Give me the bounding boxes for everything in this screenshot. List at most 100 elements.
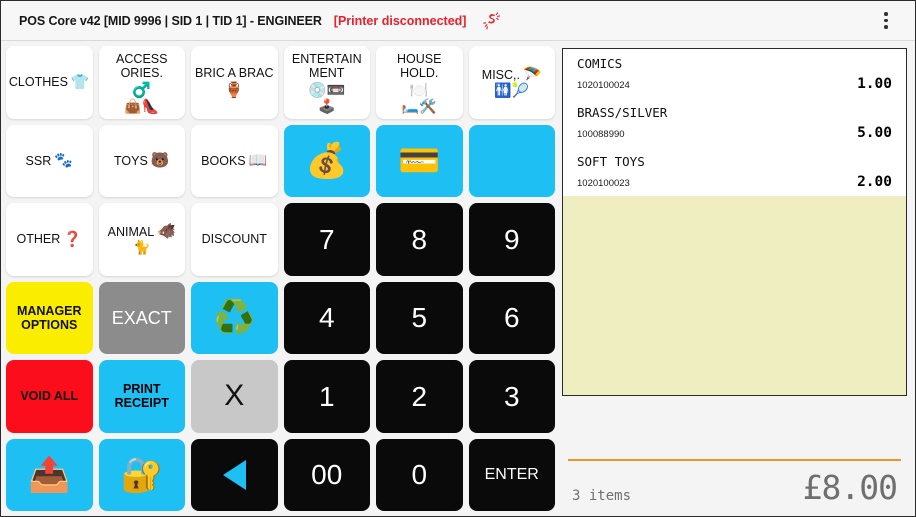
totals-row: 3 items £8.00	[568, 471, 901, 508]
receipt-item-detail-row: 100088990 5.00	[577, 125, 892, 141]
other-emoji-icon: ❓	[63, 230, 82, 248]
keypad-button-label: 0	[411, 459, 428, 491]
cash-out-icon: 📤	[28, 455, 71, 494]
keypad-button-label: 1	[318, 380, 335, 412]
keypad-button-entertainment[interactable]: ENTERTAIN MENT 💿📼 🕹️	[283, 46, 370, 119]
keypad-button-other[interactable]: OTHER ❓	[6, 203, 93, 276]
receipt-panel: COMICS 1020100024 1.00 BRASS/SILVER 10008899…	[557, 41, 915, 516]
lock-terminal-icon: 🔐	[120, 455, 163, 494]
keypad-button-label: 2	[411, 380, 428, 412]
receipt-line-item[interactable]: COMICS 1020100024 1.00	[563, 49, 906, 98]
keypad-button-key-5[interactable]: 5	[376, 281, 463, 354]
keypad-button-label: 4	[318, 302, 335, 334]
bric-a-brac-emoji-icon: 🏺	[224, 82, 244, 100]
keypad-button-key-9[interactable]: 9	[468, 203, 555, 276]
keypad-button-cash-payment[interactable]: 💰	[283, 124, 370, 197]
keypad-button-label: HOUSE HOLD.	[397, 51, 442, 80]
keypad-button-print-receipt[interactable]: PRINT RECEIPT	[98, 360, 185, 433]
card-payment-icon: 💳	[398, 141, 441, 180]
keypad-button-key-6[interactable]: 6	[468, 281, 555, 354]
keypad-button-key-3[interactable]: 3	[468, 360, 555, 433]
keypad-button-key-2[interactable]: 2	[376, 360, 463, 433]
pos-application-window: POS Core v42 [MID 9996 | SID 1 | TID 1] …	[0, 0, 916, 517]
status-badge-printer: [Printer disconnected]	[333, 13, 467, 28]
keypad-button-label: CLOTHES	[8, 75, 68, 90]
keypad-button-label: OTHER	[16, 232, 61, 247]
totals-section: 3 items £8.00	[562, 459, 907, 510]
keypad-button-label: TOYS	[114, 153, 148, 168]
keypad-button-key-4[interactable]: 4	[283, 281, 370, 354]
receipt-line-item[interactable]: BRASS/SILVER 100088990 5.00	[563, 98, 906, 147]
receipt-line-item[interactable]: SOFT TOYS 1020100023 2.00	[563, 147, 906, 196]
misc-emoji-icon: 🪂	[523, 66, 542, 84]
receipt-item-code: 1020100023	[577, 178, 630, 189]
keypad-button-lock-terminal[interactable]: 🔐	[98, 438, 185, 511]
keypad-button-label: DISCOUNT	[201, 232, 267, 247]
books-emoji-icon: 📖	[248, 152, 268, 170]
item-count-label: 3 items	[572, 488, 632, 504]
keypad-button-label-row: BRIC A BRAC 🏺	[193, 66, 276, 98]
keypad-button-label: VOID ALL	[20, 389, 79, 404]
keypad-button-exact[interactable]: EXACT	[98, 281, 185, 354]
animal-emoji-icon: 🐗	[157, 223, 176, 241]
cash-payment-icon: 💰	[305, 141, 348, 180]
clothes-emoji-icon: 👕	[70, 73, 90, 91]
keypad-button-animal[interactable]: ANIMAL 🐗 🐈	[98, 203, 185, 276]
receipt-item-name: COMICS	[577, 56, 623, 71]
receipt-item-detail-row: 1020100023 2.00	[577, 174, 892, 190]
keypad-button-cash-out[interactable]: 📤	[6, 438, 93, 511]
toys-emoji-icon: 🐻	[150, 152, 170, 170]
receipt-item-list: COMICS 1020100024 1.00 BRASS/SILVER 10008899…	[563, 49, 906, 196]
keypad-button-key-0[interactable]: 0	[376, 438, 463, 511]
keypad-button-clothes[interactable]: CLOTHES 👕	[6, 46, 93, 119]
keypad-button-multiply[interactable]: X	[191, 360, 278, 433]
keypad-button-discount[interactable]: DISCOUNT	[191, 203, 278, 276]
keypad-button-backspace[interactable]	[191, 438, 278, 511]
keypad-button-key-00[interactable]: 00	[283, 438, 370, 511]
entertainment-emoji-icon: 💿📼	[308, 81, 346, 99]
keypad-button-household[interactable]: HOUSE HOLD. 🍽️ 🛏️🛠️	[376, 46, 463, 119]
household-emoji-icon-secondary: 🛏️🛠️	[401, 97, 437, 114]
keypad-button-blank-blue[interactable]	[468, 124, 555, 197]
keypad-button-label: SSR	[25, 153, 52, 168]
keypad-grid: CLOTHES 👕 ACCESS ORIES. ♂️ 👜👠 BRIC A BRAC 🏺 ENT…	[6, 46, 555, 511]
keypad-button-manager-options[interactable]: MANAGER OPTIONS	[6, 281, 93, 354]
back-arrow-icon	[222, 459, 246, 490]
overflow-menu-icon[interactable]	[873, 6, 899, 36]
keypad-button-bric-a-brac[interactable]: BRIC A BRAC 🏺	[191, 46, 278, 119]
misc-emoji-icon-secondary: 🚻🎾	[494, 82, 530, 99]
keypad-button-label-row: MISC,. 🪂	[482, 67, 542, 82]
keypad-button-label: MISC,.	[481, 67, 520, 82]
keypad-button-key-7[interactable]: 7	[283, 203, 370, 276]
totals-divider	[568, 459, 901, 461]
accessories-emoji-icon-secondary: 👜👠	[124, 97, 160, 114]
receipt-item-detail-row: 1020100024 1.00	[577, 76, 892, 92]
receipt-item-name: BRASS/SILVER	[577, 105, 668, 120]
printer-disconnected-icon	[480, 10, 502, 32]
keypad-button-accessories[interactable]: ACCESS ORIES. ♂️ 👜👠	[98, 46, 185, 119]
keypad-button-label: 9	[503, 223, 520, 255]
keypad-button-ssr[interactable]: SSR 🐾	[6, 124, 93, 197]
receipt-item-price: 5.00	[857, 125, 892, 141]
keypad-button-recycle[interactable]: ♻️	[191, 281, 278, 354]
keypad-button-void-all[interactable]: VOID ALL	[6, 360, 93, 433]
keypad-button-label: PRINT RECEIPT	[114, 382, 169, 411]
page-title: POS Core v42 [MID 9996 | SID 1 | TID 1] …	[19, 13, 322, 28]
keypad-button-label: ENTERTAIN MENT	[291, 51, 362, 80]
keypad-button-label: ANIMAL	[107, 224, 155, 239]
entertainment-emoji-icon-secondary: 🕹️	[318, 97, 336, 114]
keypad-button-label: 8	[411, 223, 428, 255]
receipt-display[interactable]: COMICS 1020100024 1.00 BRASS/SILVER 10008899…	[562, 48, 907, 396]
keypad-button-key-1[interactable]: 1	[283, 360, 370, 433]
keypad-button-key-8[interactable]: 8	[376, 203, 463, 276]
keypad-button-label: ACCESS ORIES.	[116, 51, 168, 80]
keypad-button-toys[interactable]: TOYS 🐻	[98, 124, 185, 197]
keypad-button-key-enter[interactable]: ENTER	[468, 438, 555, 511]
keypad-button-label: 6	[503, 302, 520, 334]
keypad-button-card-payment[interactable]: 💳	[376, 124, 463, 197]
ssr-emoji-icon: 🐾	[54, 152, 73, 170]
keypad-button-label: EXACT	[111, 307, 172, 328]
keypad-button-books[interactable]: BOOKS 📖	[191, 124, 278, 197]
keypad-button-label-row: SSR 🐾	[26, 153, 73, 168]
keypad-button-misc[interactable]: MISC,. 🪂 🚻🎾	[468, 46, 555, 119]
